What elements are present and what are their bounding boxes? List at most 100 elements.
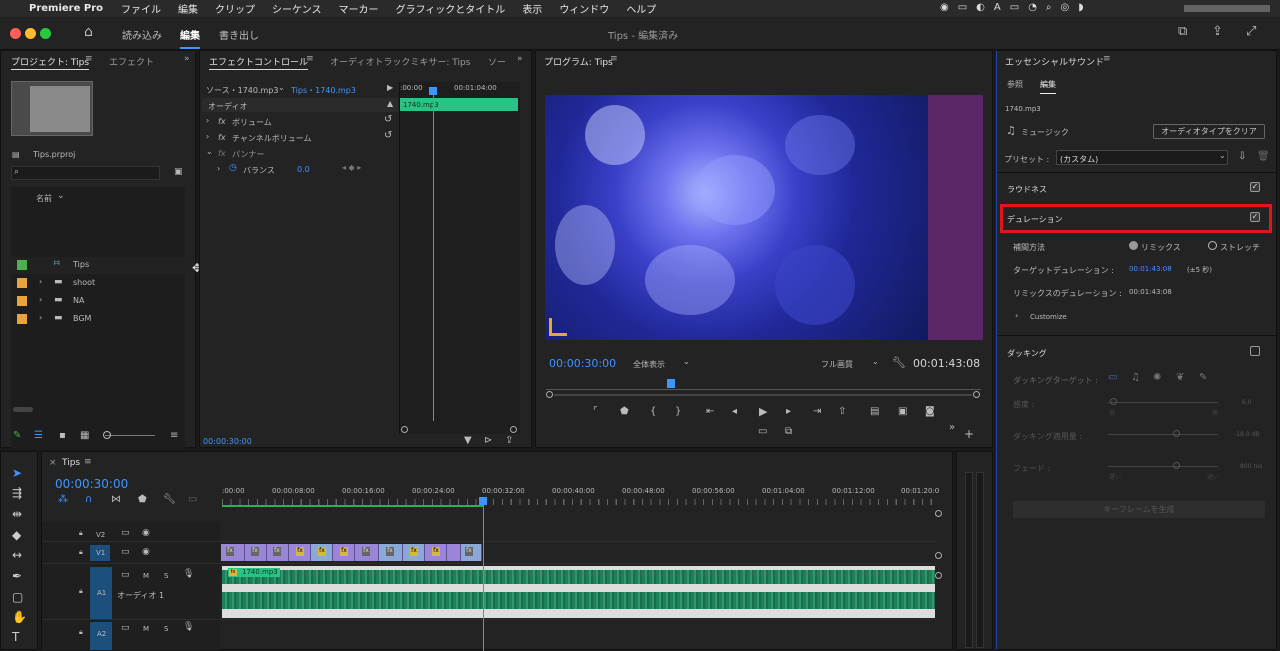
export-icon[interactable]: ⇪ [505, 436, 513, 446]
step-forward-icon[interactable]: ▸ [786, 407, 791, 417]
video-clip[interactable]: fx [355, 544, 379, 561]
eye-icon[interactable]: ◉ [142, 548, 150, 557]
video-clip[interactable]: fx [267, 544, 289, 561]
keyframe-nav-icon[interactable]: ◂ ◆ ▸ [342, 164, 361, 172]
sort-chevron-icon[interactable]: ⌄ [57, 192, 65, 201]
menu-clip[interactable]: クリップ [215, 1, 255, 16]
pen-tool-icon[interactable]: ✒ [12, 569, 22, 583]
duck-amount-slider-handle[interactable] [1173, 430, 1180, 437]
sfx-icon[interactable]: ✺ [1153, 373, 1161, 383]
solo-button[interactable]: S [164, 572, 168, 580]
video-clip[interactable]: fx [245, 544, 267, 561]
chevron-down-icon[interactable]: ⌄ [206, 148, 213, 156]
program-current-time[interactable]: 00:00:30:00 [549, 357, 616, 370]
fade-slider[interactable] [1108, 466, 1218, 467]
zoom-window-button[interactable] [40, 28, 51, 39]
dialogue-icon[interactable]: ▭ [1108, 373, 1117, 383]
ripple-edit-tool-icon[interactable]: ⇹ [12, 507, 22, 521]
zoom-slider[interactable] [105, 435, 155, 436]
fx-icon[interactable]: fx [218, 117, 226, 126]
v-scroll-top[interactable] [935, 510, 942, 517]
mark-out-bracket-icon[interactable]: } [675, 407, 681, 417]
source-label[interactable]: ソース・1740.mp3 [206, 85, 278, 96]
sort-icon[interactable]: ≡ [170, 431, 178, 441]
timeline-playhead-handle[interactable] [479, 497, 487, 505]
subtab-edit[interactable]: 編集 [1040, 79, 1056, 94]
wrench-icon[interactable]: 🔧︎ [892, 357, 906, 368]
video-clip[interactable]: fx [311, 544, 333, 561]
share-icon[interactable]: ⇪ [1212, 24, 1223, 39]
ducking-checkbox[interactable] [1250, 346, 1260, 356]
remix-radio[interactable] [1129, 241, 1138, 250]
chevron-right-icon[interactable]: › [206, 117, 209, 125]
minimize-window-button[interactable] [25, 28, 36, 39]
slip-tool-icon[interactable]: ↔ [12, 548, 22, 562]
tab-program[interactable]: プログラム: Tips [544, 55, 613, 69]
lock-icon[interactable]: 🔒︎ [79, 629, 83, 636]
list-view-icon[interactable]: ☰ [34, 431, 43, 441]
program-playhead[interactable] [667, 379, 675, 388]
microphone-icon[interactable]: 🎙︎ [183, 570, 194, 579]
ducking-section-label[interactable]: ダッキング [1007, 348, 1047, 359]
generate-keyframes-button[interactable]: キーフレームを生成 [1013, 501, 1265, 518]
comparison-view-icon[interactable]: ⧉ [785, 427, 792, 437]
timeline-settings-icon[interactable]: 🔧︎ [163, 495, 176, 505]
rectangle-tool-icon[interactable]: ▢ [12, 590, 23, 604]
video-clip[interactable]: fx [379, 544, 403, 561]
workspace-edit[interactable]: 編集 [180, 27, 200, 42]
audio-clip[interactable]: fx 1740.mp3 [222, 566, 935, 618]
target-duration-value[interactable]: 00:01:43:08 [1129, 265, 1172, 273]
mute-button[interactable]: M [143, 572, 149, 580]
nest-icon[interactable]: ⁂ [58, 495, 68, 505]
ec-playhead-handle[interactable] [429, 87, 437, 95]
audio-only-icon[interactable]: ⊳ [484, 436, 492, 446]
chevron-down-icon[interactable]: ⌄ [278, 84, 285, 92]
duration-section-label[interactable]: デュレーション [1007, 214, 1063, 225]
menu-marker[interactable]: マーカー [339, 1, 379, 16]
fullscreen-icon[interactable]: ⤢ [1246, 24, 1256, 39]
play-clip-icon[interactable]: ▶ [387, 84, 393, 92]
tab-essential-sound[interactable]: エッセンシャルサウンド [1005, 55, 1104, 68]
zoom-select[interactable]: 全体表示 [633, 359, 665, 370]
reset-icon[interactable]: ↺ [384, 115, 392, 125]
snap-icon[interactable]: ∩ [85, 495, 92, 505]
program-scrubber[interactable] [546, 389, 981, 390]
lock-icon[interactable]: 🔒︎ [79, 549, 83, 556]
chevron-right-icon[interactable]: › [1015, 312, 1018, 320]
track-a2-label[interactable]: A2 [97, 630, 106, 638]
video-clip[interactable]: fx [221, 544, 245, 561]
sequence-menu-icon[interactable]: ≡ [84, 457, 92, 467]
captions-icon[interactable]: ▭ [188, 495, 197, 505]
scroll-start[interactable] [546, 391, 553, 398]
duration-checkbox[interactable]: ✓ [1250, 212, 1260, 222]
hand-tool-icon[interactable]: ✋ [12, 610, 27, 624]
chevron-down-icon[interactable]: ⌄ [872, 358, 879, 366]
video-clip[interactable]: fx [333, 544, 355, 561]
menu-help[interactable]: ヘルプ [626, 1, 656, 16]
lock-icon[interactable]: 🔒︎ [79, 530, 83, 537]
stopwatch-icon[interactable]: ◷ [229, 164, 237, 173]
sync-lock-icon[interactable]: ▭ [121, 529, 130, 538]
workspace-export[interactable]: 書き出し [219, 27, 259, 42]
scroll-end[interactable] [973, 391, 980, 398]
close-sequence-icon[interactable]: × [49, 458, 57, 468]
menu-view[interactable]: 表示 [522, 1, 542, 16]
overwrite-icon[interactable]: ▤ [870, 407, 879, 417]
loudness-checkbox[interactable]: ✓ [1250, 182, 1260, 192]
menu-file[interactable]: ファイル [121, 1, 161, 16]
panel-overflow-icon[interactable]: » [517, 54, 523, 64]
stretch-radio-label[interactable]: ストレッチ [1220, 242, 1260, 253]
chevron-down-icon[interactable]: ⌄ [1219, 152, 1226, 160]
pencil-icon[interactable]: ✎ [13, 431, 21, 441]
work-area-bar[interactable] [222, 505, 483, 507]
panel-overflow-icon[interactable]: » [184, 54, 190, 64]
tab-audio-track-mixer[interactable]: オーディオトラックミキサー: Tips [330, 55, 470, 68]
video-clip[interactable] [447, 544, 461, 561]
program-menu-icon[interactable]: ≡ [610, 54, 618, 64]
fade-slider-handle[interactable] [1173, 462, 1180, 469]
button-editor-icon[interactable]: + [964, 428, 974, 440]
chevron-right-icon[interactable]: › [39, 296, 42, 304]
icon-view-icon[interactable]: ▪ [59, 431, 66, 441]
filter-icon[interactable]: ▼ [464, 436, 472, 446]
save-preset-icon[interactable]: ⇩ [1238, 152, 1246, 162]
